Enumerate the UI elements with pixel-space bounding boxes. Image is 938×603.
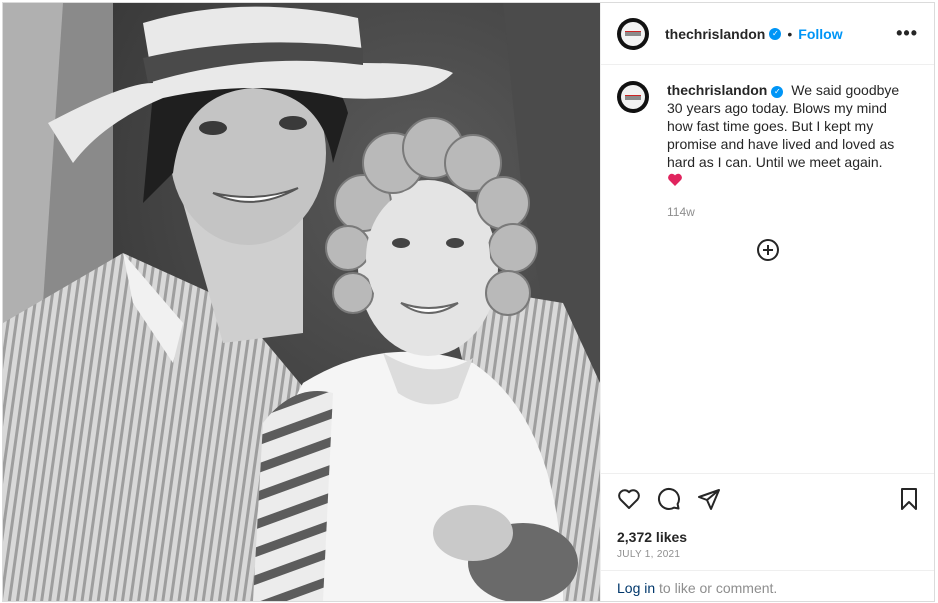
verified-badge-icon: ✓ [771,86,784,98]
photo-post-image [3,3,600,601]
post-time-ago[interactable]: 114w [667,203,907,221]
action-bar [617,487,921,513]
caption-text-block: thechrislandon ✓ We said goodbye 30 years… [667,81,907,221]
post-photo[interactable] [3,3,600,601]
login-link[interactable]: Log in [617,580,655,596]
caption-section: thechrislandon ✓ We said goodbye 30 years… [601,65,934,221]
login-prompt: Log in to like or comment. [617,580,777,596]
login-prompt-text: to like or comment. [655,580,778,596]
comment-icon[interactable] [657,487,681,511]
verified-badge-icon: ✓ [769,27,782,40]
post-side-panel: thechrislandon ✓ • Follow ••• thechrisla… [600,3,934,601]
share-icon[interactable] [697,487,721,511]
divider [601,473,934,474]
username-link[interactable]: thechrislandon [665,26,765,42]
separator-dot: • [787,25,793,42]
caption-username-link[interactable]: thechrislandon [667,82,767,98]
caption-avatar[interactable] [617,81,649,113]
avatar[interactable] [617,17,649,50]
heart-icon[interactable] [617,487,641,511]
instagram-post: thechrislandon ✓ • Follow ••• thechrisla… [2,2,935,602]
likes-count[interactable]: 2,372 likes [617,529,687,545]
load-more-comments-icon[interactable] [757,239,779,261]
heart-emoji [668,173,682,186]
divider [601,570,934,571]
avatar-image [621,85,645,109]
post-header: thechrislandon ✓ • Follow ••• [601,3,934,65]
more-options-icon[interactable]: ••• [896,23,918,44]
avatar-image [621,21,645,46]
bookmark-icon[interactable] [897,487,921,511]
follow-button[interactable]: Follow [798,26,842,42]
post-date[interactable]: JULY 1, 2021 [617,549,680,560]
